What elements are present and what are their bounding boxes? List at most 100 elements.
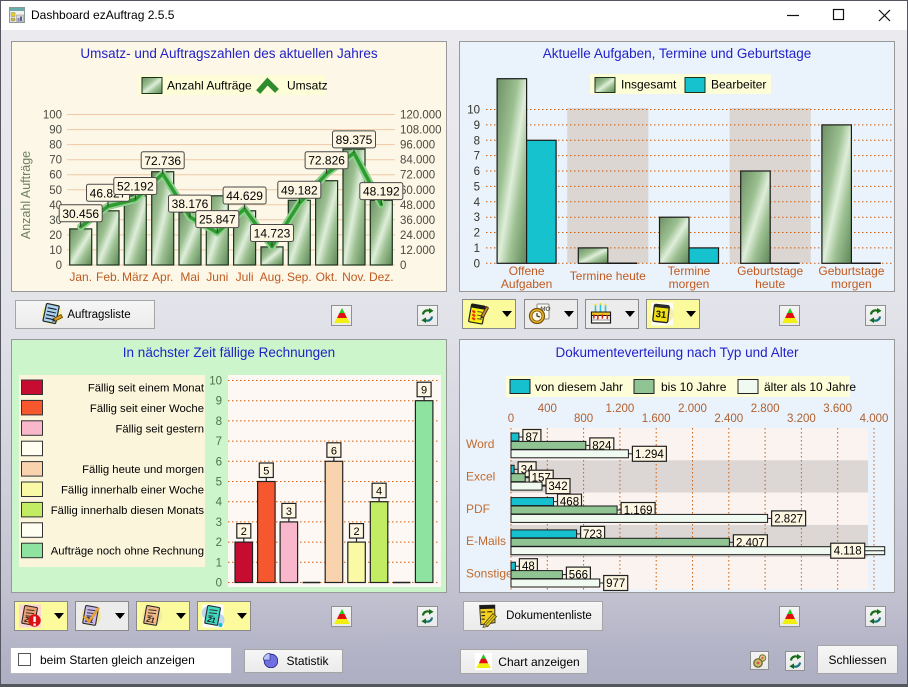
- svg-text:60: 60: [49, 170, 62, 182]
- svg-text:Nov.: Nov.: [342, 270, 366, 284]
- svg-text:In nächster Zeit fällige Rechn: In nächster Zeit fällige Rechnungen: [123, 345, 335, 360]
- svg-text:12.000: 12.000: [400, 245, 435, 257]
- svg-text:PDF: PDF: [466, 502, 490, 516]
- svg-text:Aufgaben: Aufgaben: [501, 277, 552, 291]
- svg-text:2: 2: [474, 228, 480, 240]
- svg-text:0: 0: [508, 413, 514, 425]
- svg-text:1.200: 1.200: [606, 403, 635, 415]
- svg-text:48.000: 48.000: [400, 200, 435, 212]
- svg-text:49.182: 49.182: [281, 183, 318, 197]
- svg-text:0: 0: [400, 260, 406, 272]
- svg-text:2: 2: [216, 537, 222, 549]
- svg-text:8: 8: [474, 135, 480, 147]
- svg-text:2.000: 2.000: [678, 403, 707, 415]
- svg-text:7: 7: [474, 151, 480, 163]
- svg-text:7: 7: [216, 436, 222, 448]
- svg-text:1.600: 1.600: [642, 413, 671, 425]
- svg-text:Word: Word: [466, 437, 494, 451]
- svg-text:70: 70: [49, 155, 62, 167]
- svg-text:Fällig heute und morgen: Fällig heute und morgen: [82, 464, 204, 476]
- svg-text:977: 977: [606, 578, 625, 590]
- svg-text:Okt.: Okt.: [316, 270, 338, 284]
- svg-text:5: 5: [474, 181, 480, 193]
- svg-text:Aug.: Aug.: [260, 270, 285, 284]
- svg-text:März: März: [122, 270, 149, 284]
- svg-text:2.400: 2.400: [714, 413, 743, 425]
- svg-text:31: 31: [655, 309, 667, 321]
- svg-text:72.000: 72.000: [400, 170, 435, 182]
- svg-text:Mai: Mai: [180, 270, 199, 284]
- svg-text:3.600: 3.600: [823, 403, 852, 415]
- svg-text:800: 800: [574, 413, 593, 425]
- svg-text:Fällig seit einer Woche: Fällig seit einer Woche: [90, 403, 204, 415]
- svg-text:Bearbeiter: Bearbeiter: [711, 78, 766, 92]
- svg-text:Sonstige: Sonstige: [466, 566, 513, 580]
- svg-text:Feb.: Feb.: [96, 270, 120, 284]
- svg-text:Fällig seit einem Monat: Fällig seit einem Monat: [88, 383, 205, 395]
- svg-text:Geburtstage: Geburtstage: [737, 264, 803, 278]
- svg-text:bis 10 Jahre: bis 10 Jahre: [661, 380, 727, 394]
- svg-text:90: 90: [49, 125, 62, 137]
- svg-text:4: 4: [474, 197, 481, 209]
- svg-text:30.456: 30.456: [62, 207, 99, 221]
- svg-text:Fällig seit gestern: Fällig seit gestern: [115, 423, 204, 435]
- svg-text:E-Mails: E-Mails: [466, 534, 506, 548]
- svg-text:400: 400: [538, 403, 557, 415]
- svg-text:44.629: 44.629: [226, 189, 263, 203]
- svg-text:Termine: Termine: [668, 264, 711, 278]
- svg-text:0: 0: [216, 578, 222, 590]
- svg-text:Geburtstage: Geburtstage: [818, 264, 884, 278]
- svg-text:10: 10: [49, 245, 62, 257]
- svg-text:1.294: 1.294: [635, 449, 664, 461]
- svg-text:Sep.: Sep.: [287, 270, 312, 284]
- svg-text:14.723: 14.723: [254, 227, 291, 241]
- svg-text:Fällig innerhalb diesen Monats: Fällig innerhalb diesen Monats: [51, 505, 205, 517]
- svg-text:2.800: 2.800: [751, 403, 780, 415]
- svg-text:10: 10: [467, 105, 480, 117]
- svg-text:Anzahl Aufträge: Anzahl Aufträge: [19, 151, 33, 239]
- svg-text:84.000: 84.000: [400, 155, 435, 167]
- svg-text:48.192: 48.192: [363, 185, 400, 199]
- svg-text:21: 21: [206, 614, 217, 624]
- svg-text:60.000: 60.000: [400, 185, 435, 197]
- svg-text:Fällig innerhalb einer Woche: Fällig innerhalb einer Woche: [61, 485, 204, 497]
- svg-text:6: 6: [474, 166, 480, 178]
- svg-text:Offene: Offene: [509, 264, 545, 278]
- svg-text:2: 2: [241, 526, 247, 538]
- svg-text:52.192: 52.192: [117, 180, 154, 194]
- svg-text:0: 0: [56, 260, 62, 272]
- svg-text:5: 5: [216, 477, 222, 489]
- svg-text:Dez.: Dez.: [369, 270, 394, 284]
- svg-text:Anzahl Aufträge: Anzahl Aufträge: [167, 79, 252, 93]
- svg-text:20: 20: [49, 230, 62, 242]
- svg-text:Aufträge noch ohne Rechnung: Aufträge noch ohne Rechnung: [51, 546, 204, 558]
- svg-text:Jan.: Jan.: [69, 270, 92, 284]
- svg-text:6: 6: [216, 456, 222, 468]
- svg-text:Excel: Excel: [466, 469, 495, 483]
- svg-text:Apr.: Apr.: [152, 270, 173, 284]
- svg-text:1: 1: [474, 243, 480, 255]
- svg-text:3.200: 3.200: [787, 413, 816, 425]
- svg-text:4.000: 4.000: [860, 413, 889, 425]
- svg-text:8: 8: [216, 416, 222, 428]
- svg-text:38.176: 38.176: [172, 197, 209, 211]
- svg-text:Insgesamt: Insgesamt: [621, 78, 677, 92]
- svg-text:36.000: 36.000: [400, 215, 435, 227]
- svg-text:morgen: morgen: [669, 277, 710, 291]
- svg-text:2: 2: [353, 526, 359, 538]
- svg-text:9: 9: [216, 396, 222, 408]
- svg-text:72.826: 72.826: [308, 154, 345, 168]
- svg-text:älter als 10 Jahre: älter als 10 Jahre: [764, 380, 856, 394]
- svg-text:0: 0: [474, 258, 480, 270]
- svg-text:4: 4: [216, 497, 223, 509]
- svg-text:Termine heute: Termine heute: [570, 269, 646, 283]
- svg-text:96.000: 96.000: [400, 140, 435, 152]
- svg-text:5: 5: [263, 466, 269, 478]
- svg-text:24.000: 24.000: [400, 230, 435, 242]
- svg-text:Umsatz: Umsatz: [287, 79, 328, 93]
- svg-text:1: 1: [216, 557, 222, 569]
- svg-text:108.000: 108.000: [400, 125, 442, 137]
- svg-text:89.375: 89.375: [336, 133, 373, 147]
- svg-text:2.827: 2.827: [774, 513, 803, 525]
- svg-text:9: 9: [421, 385, 427, 397]
